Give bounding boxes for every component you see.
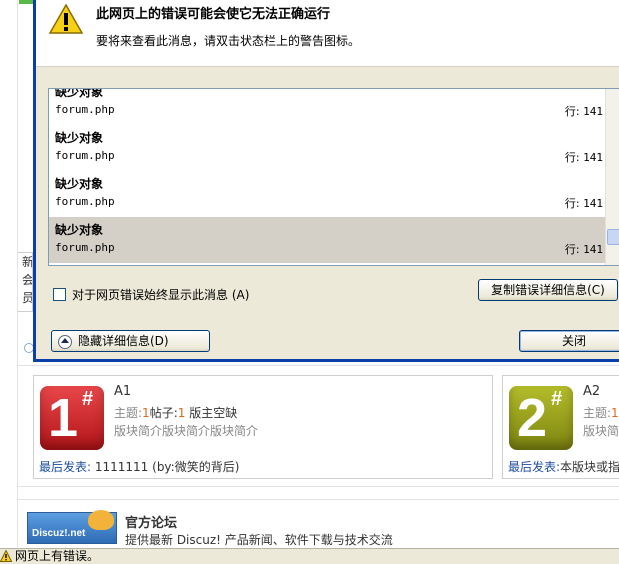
line-number: 141 xyxy=(583,243,603,256)
last-post-link[interactable]: 1111111 (by:微笑的背后) xyxy=(95,460,240,474)
side-box-text: 会 xyxy=(22,273,32,287)
line-number: 141 xyxy=(583,151,603,164)
post-label: 帖子: xyxy=(149,406,178,420)
error-list-scrollbar[interactable] xyxy=(605,89,619,265)
moderator-status: 版主空缺 xyxy=(189,406,238,420)
forum-card-a2: 2 # A2 主题:1 版块简 最后发表:本版块或指 xyxy=(502,375,619,479)
discuz-logo[interactable]: Discuz!.net xyxy=(27,510,117,544)
error-item[interactable]: 缺少对象 forum.php 行: 141 xyxy=(49,125,607,171)
error-file: forum.php xyxy=(55,103,115,116)
badge-mark: # xyxy=(551,388,563,410)
badge-number: 2 xyxy=(517,388,548,448)
always-show-label[interactable]: 对于网页错误始终显示此消息 (A) xyxy=(72,288,249,302)
dialog-title: 此网页上的错误可能会使它无法正确运行 xyxy=(96,7,331,22)
topic-label: 主题: xyxy=(583,406,612,420)
last-post-label: 最后发表: xyxy=(508,460,561,474)
error-file: forum.php xyxy=(55,149,115,162)
logo-text: Discuz!.net xyxy=(32,528,86,539)
line-label: 行: xyxy=(564,151,580,164)
hide-details-button[interactable]: 隐藏详细信息(D) xyxy=(51,330,210,352)
official-forum-title[interactable]: 官方论坛 xyxy=(125,512,177,531)
copy-error-details-button[interactable]: 复制错误详细信息(C) xyxy=(478,279,618,301)
topic-count: 1 xyxy=(611,406,619,420)
forum-badge-icon[interactable]: 1 # xyxy=(40,386,104,450)
last-post: 最后发表: 1111111 (by:微笑的背后) xyxy=(39,458,239,475)
forum-stats: 主题:1帖子:1 版主空缺 xyxy=(114,404,237,421)
warning-icon[interactable] xyxy=(0,550,12,562)
forum-name-link[interactable]: A2 xyxy=(583,384,600,399)
last-post-label: 最后发表: xyxy=(39,460,92,474)
error-name: 缺少对象 xyxy=(55,131,104,145)
official-forum-description: 提供最新 Discuz! 产品新闻、软件下载与技术交流 xyxy=(125,533,393,547)
error-name: 缺少对象 xyxy=(55,223,104,237)
line-label: 行: xyxy=(564,243,580,256)
script-error-dialog: 此网页上的错误可能会使它无法正确运行 要将来查看此消息，请双击状态栏上的警告图标… xyxy=(33,0,619,362)
error-items: 缺少对象 forum.php 行: 141 缺少对象 forum.php 行: … xyxy=(49,88,607,263)
error-item[interactable]: 缺少对象 forum.php 行: 141 xyxy=(49,171,607,217)
line-number: 141 xyxy=(583,105,603,118)
error-item-selected[interactable]: 缺少对象 forum.php 行: 141 xyxy=(49,217,607,263)
error-file: forum.php xyxy=(55,195,115,208)
error-file: forum.php xyxy=(55,241,115,254)
forum-card-a1: 1 # A1 主题:1帖子:1 版主空缺 版块简介版块简介版块简介 最后发表: … xyxy=(33,375,493,479)
dialog-header: 此网页上的错误可能会使它无法正确运行 要将来查看此消息，请双击状态栏上的警告图标… xyxy=(36,0,619,67)
line-number: 141 xyxy=(583,197,603,210)
topic-count: 1 xyxy=(142,406,150,420)
warning-icon xyxy=(49,4,83,34)
page-left-margin xyxy=(0,0,18,548)
side-box-text: 员 xyxy=(22,291,32,305)
always-show-option[interactable]: 对于网页错误始终显示此消息 (A) xyxy=(53,286,249,303)
last-post-link[interactable]: 本版块或指 xyxy=(560,460,619,474)
forum-name-link[interactable]: A1 xyxy=(114,384,131,399)
scrollbar-thumb[interactable] xyxy=(607,229,619,245)
forum-badge-icon[interactable]: 2 # xyxy=(509,386,573,450)
forum-description: 版块简 xyxy=(583,424,619,438)
error-name: 缺少对象 xyxy=(55,88,104,99)
badge-mark: # xyxy=(82,388,94,410)
error-line: 行: 141 xyxy=(565,241,603,257)
line-label: 行: xyxy=(564,197,580,210)
error-line: 行: 141 xyxy=(565,195,603,211)
topic-label: 主题: xyxy=(114,406,143,420)
official-forum-row: Discuz!.net 官方论坛 提供最新 Discuz! 产品新闻、软件下载与… xyxy=(18,499,619,549)
browser-status-bar: 网页上有错误。 xyxy=(0,548,619,564)
always-show-checkbox[interactable] xyxy=(53,288,66,301)
forum-stats: 主题:1 xyxy=(583,404,619,421)
error-name: 缺少对象 xyxy=(55,177,104,191)
error-line: 行: 141 xyxy=(565,149,603,165)
side-box-text: 新 xyxy=(22,255,32,269)
dialog-subtitle: 要将来查看此消息，请双击状态栏上的警告图标。 xyxy=(96,34,361,48)
logo-sun-icon xyxy=(88,510,114,530)
collapse-arrow-icon xyxy=(58,334,72,349)
error-list[interactable]: 缺少对象 forum.php 行: 141 缺少对象 forum.php 行: … xyxy=(48,88,619,266)
badge-number: 1 xyxy=(48,388,79,448)
line-label: 行: xyxy=(564,105,580,118)
close-button[interactable]: 关闭 xyxy=(519,330,619,352)
side-box-partial: 新 会 员 xyxy=(18,252,33,312)
status-text: 网页上有错误。 xyxy=(15,549,100,563)
post-count: 1 xyxy=(177,406,186,420)
error-line: 行: 141 xyxy=(565,103,603,119)
page-top-accent xyxy=(19,0,33,4)
error-item[interactable]: 缺少对象 forum.php 行: 141 xyxy=(49,88,607,125)
forum-description: 版块简介版块简介版块简介 xyxy=(114,424,259,438)
last-post: 最后发表:本版块或指 xyxy=(508,458,619,475)
hide-details-label: 隐藏详细信息(D) xyxy=(78,334,169,348)
